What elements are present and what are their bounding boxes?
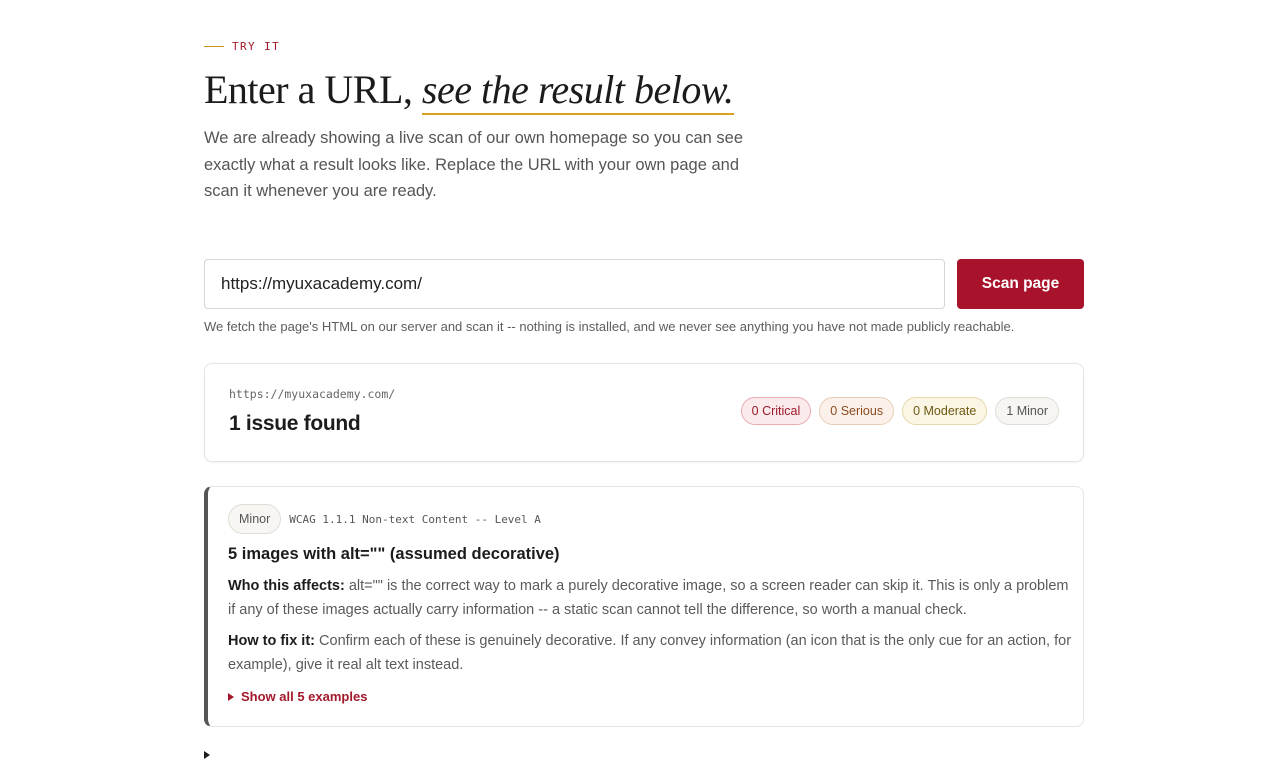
issue-meta: Minor WCAG 1.1.1 Non-text Content -- Lev… [228, 504, 541, 534]
eyebrow-label: TRY IT [232, 40, 281, 53]
privacy-note: We fetch the page's HTML on our server a… [204, 319, 1015, 334]
serious-badge: 0 Serious [819, 397, 895, 425]
next-disclosure-cutoff[interactable] [204, 751, 210, 759]
how-to-fix-text: How to fix it: Confirm each of these is … [228, 629, 1073, 677]
issue-title: 5 images with alt="" (assumed decorative… [228, 545, 560, 563]
severity-badges: 0 Critical 0 Serious 0 Moderate 1 Minor [740, 397, 1059, 425]
section-eyebrow: TRY IT [204, 40, 280, 53]
critical-badge: 0 Critical [740, 397, 812, 425]
headline-emphasis: see the result below. [421, 67, 734, 115]
minor-badge: 1 Minor [995, 397, 1059, 425]
show-examples-label: Show all 5 examples [241, 689, 368, 704]
how-to-fix-label: How to fix it: [228, 633, 315, 649]
how-to-fix-body: Confirm each of these is genuinely decor… [228, 633, 1072, 673]
show-examples-toggle[interactable]: Show all 5 examples [228, 689, 367, 704]
headline-plain: Enter a URL, [204, 67, 413, 112]
url-input[interactable] [204, 259, 945, 309]
who-affects-label: Who this affects: [228, 578, 345, 594]
wcag-reference: WCAG 1.1.1 Non-text Content -- Level A [289, 512, 541, 526]
moderate-badge: 0 Moderate [902, 397, 988, 425]
disclosure-triangle-icon [204, 751, 210, 759]
who-affects-text: Who this affects: alt="" is the correct … [228, 574, 1073, 622]
scan-page-button[interactable]: Scan page [957, 259, 1084, 309]
who-affects-body: alt="" is the correct way to mark a pure… [228, 578, 1069, 618]
disclosure-triangle-icon [228, 692, 234, 701]
scan-summary-card: https://myuxacademy.com/ 1 issue found 0… [204, 363, 1084, 462]
issue-count: 1 issue found [229, 412, 361, 435]
page-headline: Enter a URL, see the result below. [204, 66, 734, 115]
intro-text: We are already showing a live scan of ou… [204, 129, 744, 200]
eyebrow-rule [204, 46, 224, 47]
severity-chip: Minor [228, 504, 282, 534]
issue-card: Minor WCAG 1.1.1 Non-text Content -- Lev… [204, 486, 1084, 727]
scanned-url: https://myuxacademy.com/ [229, 387, 396, 401]
